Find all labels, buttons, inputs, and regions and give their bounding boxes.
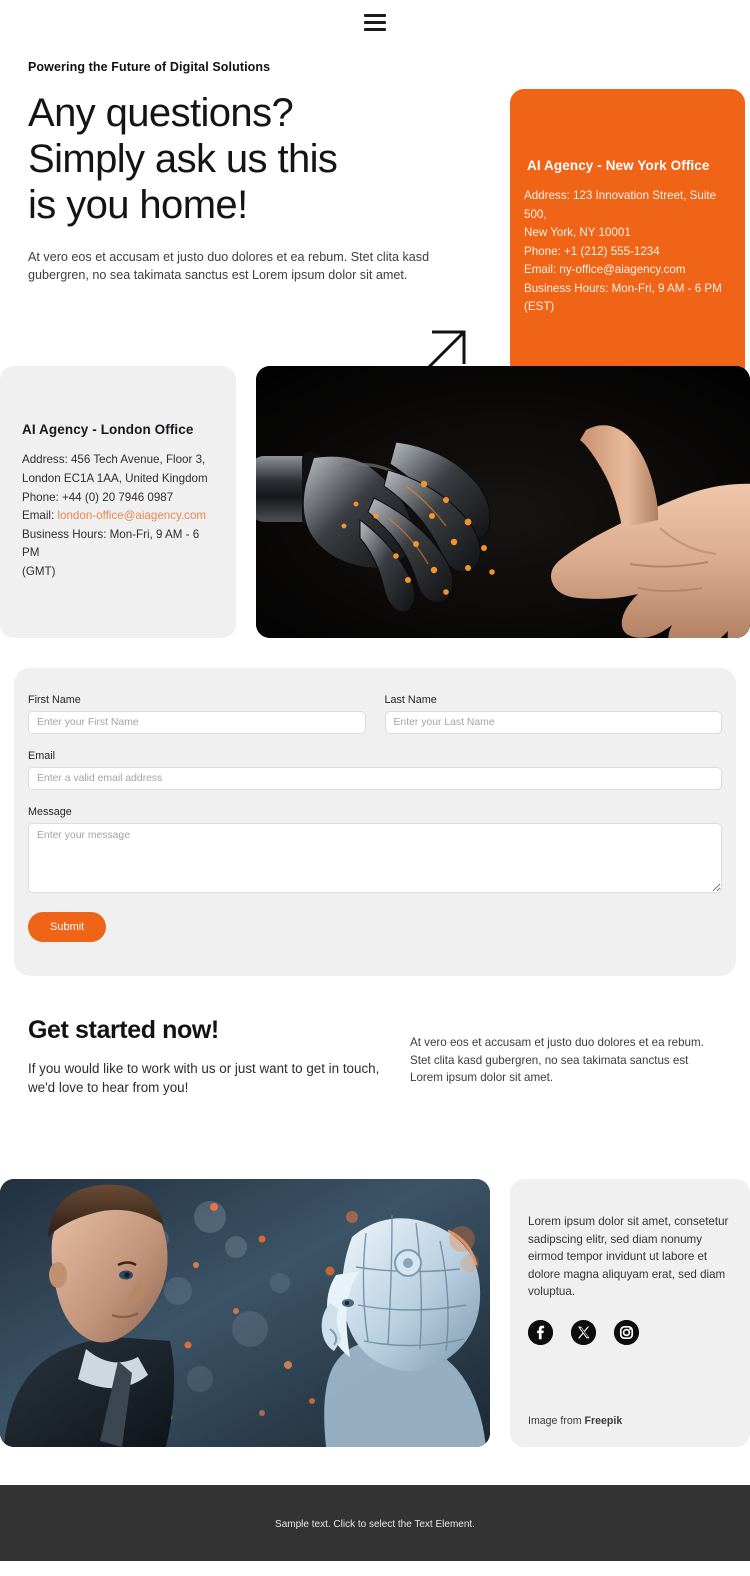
- offices-row: AI Agency - London Office Address: 456 T…: [0, 366, 750, 638]
- london-email-link[interactable]: london-office@aiagency.com: [57, 509, 206, 522]
- hero-text-block: Powering the Future of Digital Solutions…: [0, 44, 470, 284]
- london-email-label: Email:: [22, 509, 55, 523]
- london-address-line-1: Address: 456 Tech Avenue, Floor 3,: [22, 453, 206, 467]
- x-twitter-icon[interactable]: [571, 1319, 596, 1345]
- london-hours-line-1: Business Hours: Mon-Fri, 9 AM - 6 PM: [22, 527, 200, 560]
- burger-bar-2: [364, 20, 386, 24]
- info-card-paragraph: Lorem ipsum dolor sit amet, consetetur s…: [528, 1215, 729, 1298]
- last-name-input[interactable]: [384, 711, 722, 734]
- site-footer: Sample text. Click to select the Text El…: [0, 1485, 750, 1561]
- get-started-section: Get started now! If you would like to wo…: [0, 976, 750, 1097]
- hero-title-line-3: is you home!: [28, 183, 248, 227]
- ny-hours-line-1: Business Hours: Mon-Fri, 9 AM - 6 PM: [524, 281, 722, 295]
- london-address-line-2: London EC1A 1AA, United Kingdom: [22, 472, 208, 486]
- last-name-field-group: Last Name: [384, 694, 722, 734]
- contact-form-panel: First Name Last Name Email Message Submi…: [14, 668, 736, 976]
- ny-phone: Phone: +1 (212) 555-1234: [524, 244, 660, 258]
- hamburger-menu-icon[interactable]: [364, 13, 386, 31]
- message-field-group: Message: [28, 806, 722, 893]
- email-input[interactable]: [28, 767, 722, 790]
- london-office-details: Address: 456 Tech Avenue, Floor 3, Londo…: [22, 451, 214, 581]
- email-label: Email: [28, 750, 55, 762]
- new-york-office-card: AI Agency - New York Office Address: 123…: [510, 89, 745, 386]
- facebook-icon[interactable]: [528, 1319, 553, 1345]
- ny-address-line-1: Address: 123 Innovation Street, Suite 50…: [524, 188, 717, 221]
- first-name-input[interactable]: [28, 711, 366, 734]
- hero-eyebrow: Powering the Future of Digital Solutions: [28, 60, 271, 74]
- ny-office-title: AI Agency - New York Office: [527, 157, 710, 173]
- london-hours-line-2: (GMT): [22, 564, 56, 578]
- site-header: [0, 0, 750, 44]
- cta-title: Get started now!: [28, 1016, 219, 1044]
- cta-left-column: Get started now! If you would like to wo…: [28, 1016, 380, 1097]
- social-links: [528, 1319, 732, 1345]
- burger-bar-1: [364, 13, 386, 17]
- submit-button[interactable]: Submit: [28, 912, 107, 942]
- hero-paragraph: At vero eos et accusam et justo duo dolo…: [28, 250, 430, 282]
- message-label: Message: [28, 806, 72, 818]
- london-office-card: AI Agency - London Office Address: 456 T…: [0, 366, 236, 638]
- ny-email: Email: ny-office@aiagency.com: [524, 263, 686, 277]
- last-name-label: Last Name: [384, 694, 437, 706]
- bottom-media-row: Lorem ipsum dolor sit amet, consetetur s…: [0, 1179, 750, 1447]
- cta-subtitle: If you would like to work with us or jus…: [28, 1061, 380, 1095]
- london-phone: Phone: +44 (0) 20 7946 0987: [22, 490, 174, 504]
- first-name-field-group: First Name: [28, 694, 366, 734]
- page-title: Any questions? Simply ask us this is you…: [28, 90, 470, 228]
- image-credit: Image from Freepik: [528, 1415, 732, 1427]
- london-office-title: AI Agency - London Office: [22, 422, 194, 438]
- robot-human-hands-image: [256, 366, 750, 638]
- email-field-group: Email: [28, 750, 722, 790]
- hero-section: Powering the Future of Digital Solutions…: [0, 44, 750, 386]
- footer-text[interactable]: Sample text. Click to select the Text El…: [275, 1519, 475, 1530]
- message-textarea[interactable]: [28, 823, 722, 893]
- instagram-icon[interactable]: [614, 1319, 639, 1345]
- image-credit-source[interactable]: Freepik: [585, 1415, 623, 1427]
- man-and-robot-image: [0, 1179, 490, 1447]
- hero-title-line-1: Any questions?: [28, 91, 294, 135]
- image-credit-prefix: Image from: [528, 1415, 585, 1427]
- hero-title-line-2: Simply ask us this: [28, 137, 338, 181]
- ny-office-details: Address: 123 Innovation Street, Suite 50…: [524, 187, 731, 317]
- info-card: Lorem ipsum dolor sit amet, consetetur s…: [510, 1179, 750, 1447]
- burger-bar-3: [364, 27, 386, 31]
- ny-hours-line-2: (EST): [524, 300, 555, 314]
- cta-paragraph: At vero eos et accusam et justo duo dolo…: [410, 1036, 704, 1084]
- first-name-label: First Name: [28, 694, 81, 706]
- ny-address-line-2: New York, NY 10001: [524, 226, 631, 240]
